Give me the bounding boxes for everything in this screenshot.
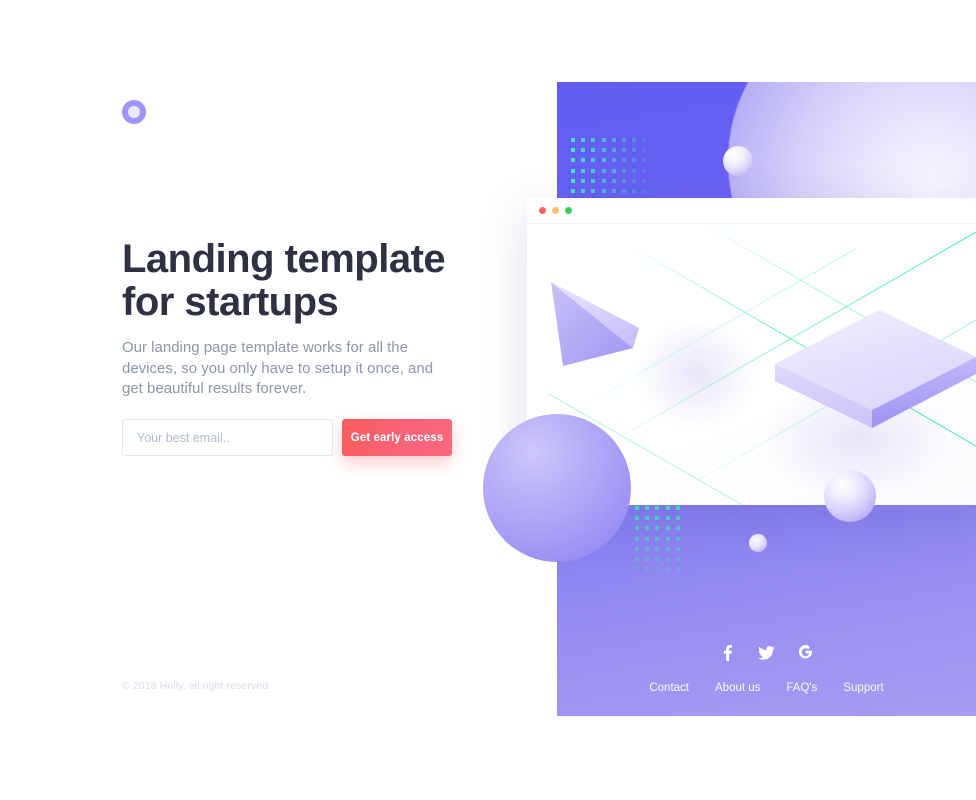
sphere-decor-large: [483, 414, 631, 562]
get-early-access-button[interactable]: Get early access: [342, 419, 452, 456]
footer-link-support[interactable]: Support: [843, 682, 883, 694]
signup-form: Get early access: [122, 419, 452, 456]
sphere-decor-medium: [824, 470, 876, 522]
email-field[interactable]: [122, 419, 333, 456]
page-title: Landing template for startups: [122, 237, 446, 324]
sphere-decor-top: [723, 146, 753, 176]
hero-subtext: Our landing page template works for all …: [122, 339, 434, 397]
close-dot-icon[interactable]: [539, 207, 546, 214]
copyright-text: © 2018 Holly, all right reserved: [122, 680, 269, 692]
google-icon[interactable]: [797, 644, 814, 661]
dot-grid-bottom: [635, 506, 689, 590]
social-links: [557, 644, 976, 661]
hero-column: Landing template for startups Our landin…: [0, 0, 557, 800]
landing-page: Landing template for startups Our landin…: [0, 0, 976, 800]
tetrahedron-shape: [551, 282, 639, 366]
browser-titlebar: [527, 198, 976, 224]
footer-link-faq-s[interactable]: FAQ's: [786, 682, 817, 694]
ring-logo-icon[interactable]: [121, 99, 147, 125]
facebook-icon[interactable]: [719, 644, 736, 661]
panel-footer: Contact About us FAQ's Support: [557, 644, 976, 716]
dot-grid-top: [571, 138, 667, 194]
twitter-icon[interactable]: [758, 644, 775, 661]
footer-nav: Contact About us FAQ's Support: [557, 682, 976, 716]
footer-link-contact[interactable]: Contact: [649, 682, 689, 694]
minimize-dot-icon[interactable]: [552, 207, 559, 214]
footer-link-about-us[interactable]: About us: [715, 682, 760, 694]
maximize-dot-icon[interactable]: [565, 207, 572, 214]
sphere-decor-small: [749, 534, 767, 552]
